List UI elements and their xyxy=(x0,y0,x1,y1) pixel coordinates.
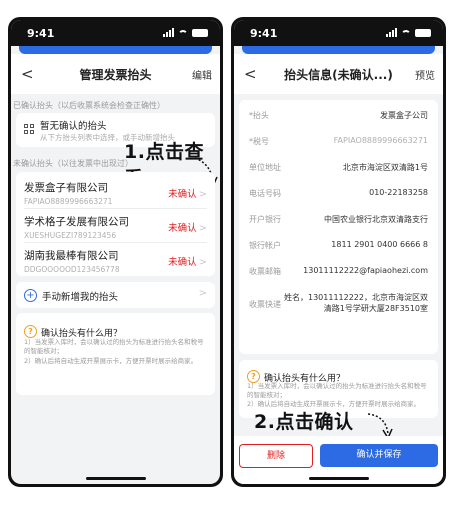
left-phone: 9:41 < 管理发票抬头 编辑 已确认抬头（以后收票系统会检查正确性） 暂无确… xyxy=(8,17,223,487)
nav-bar: < 抬头信息(未确认...) 预览 xyxy=(234,54,443,94)
field-label: *抬头 xyxy=(249,111,269,120)
confirm-save-button[interactable]: 确认并保存 xyxy=(320,444,438,467)
status-bar: 9:41 xyxy=(11,20,220,46)
divider xyxy=(24,242,207,243)
accent-bar xyxy=(242,46,435,54)
field-value: 13011112222@fapiaohezi.com xyxy=(303,266,428,275)
unconfirmed-section-label: 未确认抬头（以往发票中出现过） xyxy=(13,159,133,168)
warning-icon: ? xyxy=(24,325,37,338)
field-value: FAPIAO8889996663271 xyxy=(333,136,428,145)
confirmed-section-label: 已确认抬头（以后收票系统会检查正确性） xyxy=(13,101,165,110)
empty-title: 暂无确认的抬头 xyxy=(40,121,107,132)
add-title-row[interactable]: + 手动新增我的抬头 > xyxy=(16,282,215,308)
wifi-icon xyxy=(178,30,188,37)
status-text: 未确认 xyxy=(168,223,197,234)
status-badge: 未确认 > xyxy=(168,254,207,268)
chevron-right-icon: > xyxy=(198,257,207,268)
add-title-label: 手动新增我的抬头 xyxy=(42,292,119,303)
left-screen: 9:41 < 管理发票抬头 编辑 已确认抬头（以后收票系统会检查正确性） 暂无确… xyxy=(11,20,220,484)
field-value: 发票盒子公司 xyxy=(380,111,428,120)
chevron-right-icon: > xyxy=(198,223,207,234)
status-icons xyxy=(386,28,431,37)
field-value: 010-22183258 xyxy=(369,188,428,197)
signal-icon xyxy=(386,28,397,37)
status-icons xyxy=(163,28,208,37)
field-label: 开户银行 xyxy=(249,215,281,224)
accent-bar xyxy=(19,46,212,54)
signal-icon xyxy=(163,28,174,37)
battery-icon xyxy=(192,29,208,37)
field-label: 收票快递 xyxy=(249,300,281,309)
unconfirmed-list: 发票盒子有限公司 FAPIAO8889996663271 未确认 > 学术格子发展… xyxy=(16,172,215,276)
field-value: 北京市海淀区双清路1号 xyxy=(342,163,428,172)
title-info-card: *抬头 发票盒子公司 *税号 FAPIAO8889996663271 单位地址 … xyxy=(239,100,438,354)
faq-card: ? 确认抬头有什么用？ 1）当发票入库时，会以确认过的抬头为标准进行抬头名和税号的… xyxy=(16,313,215,395)
field-label: *税号 xyxy=(249,137,269,146)
wifi-icon xyxy=(401,30,411,37)
list-item[interactable]: 学术格子发展有限公司 XUESHUGEZI789123456 未确认 > xyxy=(24,214,207,240)
faq-answer-1: 1）当发票入库时，会以确认过的抬头为标准进行抬头名和税号的智能核对； xyxy=(24,338,204,355)
field-label: 收票邮箱 xyxy=(249,267,281,276)
field-value: 中国农业银行北京双清路支行 xyxy=(324,215,428,224)
field-value: 姓名，13011112222，北京市海淀区双 清路1号学研大厦28F3510室 xyxy=(284,292,428,314)
status-badge: 未确认 > xyxy=(168,186,207,200)
home-indicator xyxy=(308,477,369,480)
chevron-right-icon: > xyxy=(198,288,207,299)
field-value-line-1: 姓名，13011112222，北京市海淀区双 xyxy=(284,293,428,302)
status-text: 未确认 xyxy=(168,257,197,268)
status-time: 9:41 xyxy=(27,27,55,40)
grid-icon xyxy=(24,124,34,134)
home-indicator xyxy=(85,477,146,480)
field-label: 单位地址 xyxy=(249,163,281,172)
field-value-line-2: 清路1号学研大厦28F3510室 xyxy=(323,304,428,313)
nav-bar: < 管理发票抬头 编辑 xyxy=(11,54,220,94)
page-title: 管理发票抬头 xyxy=(79,68,152,82)
field-express[interactable]: 收票快递 姓名，13011112222，北京市海淀区双 清路1号学研大厦28F3… xyxy=(249,292,428,320)
list-item[interactable]: 发票盒子有限公司 FAPIAO8889996663271 未确认 > xyxy=(24,180,207,206)
field-value: 1811 2901 0400 6666 8 xyxy=(331,240,428,249)
faq-answer-2: 2）确认后将自动生成开票展示卡，方便开票时展示给商家。 xyxy=(24,357,198,365)
delete-button[interactable]: 删除 xyxy=(239,444,313,468)
faq-answer-1: 1）当发票入库时，会以确认过的抬头为标准进行抬头名和税号的智能核对； xyxy=(247,382,427,399)
status-bar: 9:41 xyxy=(234,20,443,46)
annotation-step-2: 2.点击确认 xyxy=(254,411,354,433)
right-screen: 9:41 < 抬头信息(未确认...) 预览 *抬头 发票盒子公司 *税号 FA… xyxy=(234,20,443,484)
status-badge: 未确认 > xyxy=(168,220,207,234)
status-time: 9:41 xyxy=(250,27,278,40)
right-phone: 9:41 < 抬头信息(未确认...) 预览 *抬头 发票盒子公司 *税号 FA… xyxy=(231,17,446,487)
list-item[interactable]: 湖南我最棒有限公司 DDGOOOOOD123456778 未确认 > xyxy=(24,248,207,274)
battery-icon xyxy=(415,29,431,37)
preview-button[interactable]: 预览 xyxy=(415,67,435,82)
status-text: 未确认 xyxy=(168,189,197,200)
page-title: 抬头信息(未确认...) xyxy=(284,68,393,82)
chevron-right-icon: > xyxy=(198,189,207,200)
edit-button[interactable]: 编辑 xyxy=(192,67,212,82)
plus-circle-icon: + xyxy=(24,289,37,302)
field-label: 电话号码 xyxy=(249,189,281,198)
divider xyxy=(24,208,207,209)
field-label: 银行帐户 xyxy=(249,241,281,250)
